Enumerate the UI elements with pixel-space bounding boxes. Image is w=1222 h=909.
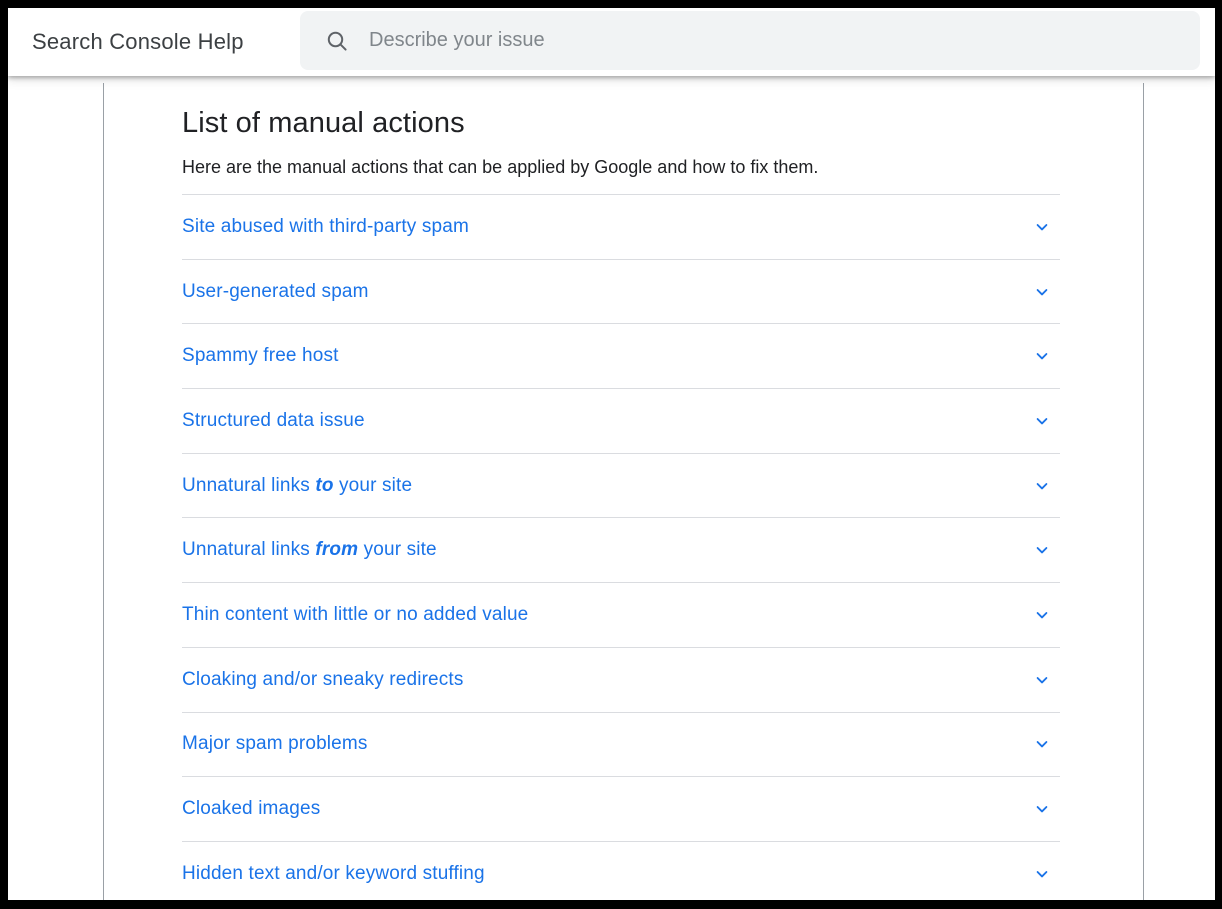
manual-action-link[interactable]: Hidden text and/or keyword stuffing (182, 863, 485, 885)
manual-action-row[interactable]: Site abused with third-party spam (182, 195, 1060, 260)
search-icon (325, 29, 349, 53)
manual-action-link[interactable]: Unnatural links to your site (182, 475, 412, 497)
intro-text: Here are the manual actions that can be … (182, 155, 1060, 179)
manual-action-row[interactable]: Major spam problems (182, 713, 1060, 778)
manual-action-text-emphasis: from (315, 539, 358, 560)
chevron-down-icon[interactable] (1032, 411, 1052, 431)
manual-action-link[interactable]: Site abused with third-party spam (182, 216, 469, 238)
manual-action-text-suffix: your site (334, 475, 413, 496)
chevron-down-icon[interactable] (1032, 346, 1052, 366)
manual-actions-list: Site abused with third-party spam User-g… (182, 194, 1060, 900)
manual-action-text-prefix: Unnatural links (182, 475, 315, 496)
chevron-down-icon[interactable] (1032, 282, 1052, 302)
manual-action-text-prefix: Structured data issue (182, 410, 365, 431)
chevron-down-icon[interactable] (1032, 605, 1052, 625)
manual-action-row[interactable]: Thin content with little or no added val… (182, 583, 1060, 648)
manual-action-text-prefix: Cloaking and/or sneaky redirects (182, 669, 464, 690)
search-bar[interactable] (300, 11, 1200, 70)
manual-action-row[interactable]: Cloaked images (182, 777, 1060, 842)
content-right-border (1143, 83, 1144, 900)
manual-action-link[interactable]: Unnatural links from your site (182, 539, 437, 561)
manual-action-row[interactable]: Unnatural links from your site (182, 518, 1060, 583)
manual-action-text-prefix: Spammy free host (182, 345, 339, 366)
manual-action-row[interactable]: Unnatural links to your site (182, 454, 1060, 519)
chevron-down-icon[interactable] (1032, 734, 1052, 754)
manual-action-link[interactable]: User-generated spam (182, 281, 369, 303)
chevron-down-icon[interactable] (1032, 799, 1052, 819)
manual-action-text-suffix: your site (358, 539, 437, 560)
chevron-down-icon[interactable] (1032, 864, 1052, 884)
manual-action-text-prefix: User-generated spam (182, 281, 369, 302)
manual-action-link[interactable]: Spammy free host (182, 345, 339, 367)
manual-action-row[interactable]: Spammy free host (182, 324, 1060, 389)
browser-viewport: Search Console Help List of manual actio… (8, 8, 1215, 900)
manual-action-text-prefix: Major spam problems (182, 733, 368, 754)
search-input[interactable] (369, 11, 1200, 70)
help-header: Search Console Help (8, 8, 1215, 76)
manual-action-text-prefix: Site abused with third-party spam (182, 216, 469, 237)
content-left-border (103, 83, 104, 900)
page-title: List of manual actions (182, 105, 1060, 141)
manual-action-row[interactable]: User-generated spam (182, 260, 1060, 325)
manual-action-link[interactable]: Cloaked images (182, 798, 320, 820)
manual-action-text-prefix: Hidden text and/or keyword stuffing (182, 863, 485, 884)
chevron-down-icon[interactable] (1032, 476, 1052, 496)
chevron-down-icon[interactable] (1032, 670, 1052, 690)
manual-action-link[interactable]: Thin content with little or no added val… (182, 604, 528, 626)
manual-action-link[interactable]: Structured data issue (182, 410, 365, 432)
manual-action-text-emphasis: to (315, 475, 333, 496)
manual-action-row[interactable]: Hidden text and/or keyword stuffing (182, 842, 1060, 900)
manual-action-row[interactable]: Structured data issue (182, 389, 1060, 454)
manual-action-text-prefix: Thin content with little or no added val… (182, 604, 528, 625)
chevron-down-icon[interactable] (1032, 540, 1052, 560)
manual-action-link[interactable]: Cloaking and/or sneaky redirects (182, 669, 464, 691)
manual-action-link[interactable]: Major spam problems (182, 733, 368, 755)
manual-action-text-prefix: Cloaked images (182, 798, 320, 819)
manual-action-row[interactable]: Cloaking and/or sneaky redirects (182, 648, 1060, 713)
chevron-down-icon[interactable] (1032, 217, 1052, 237)
manual-action-text-prefix: Unnatural links (182, 539, 315, 560)
app-title[interactable]: Search Console Help (32, 8, 244, 76)
article: List of manual actions Here are the manu… (182, 76, 1060, 900)
